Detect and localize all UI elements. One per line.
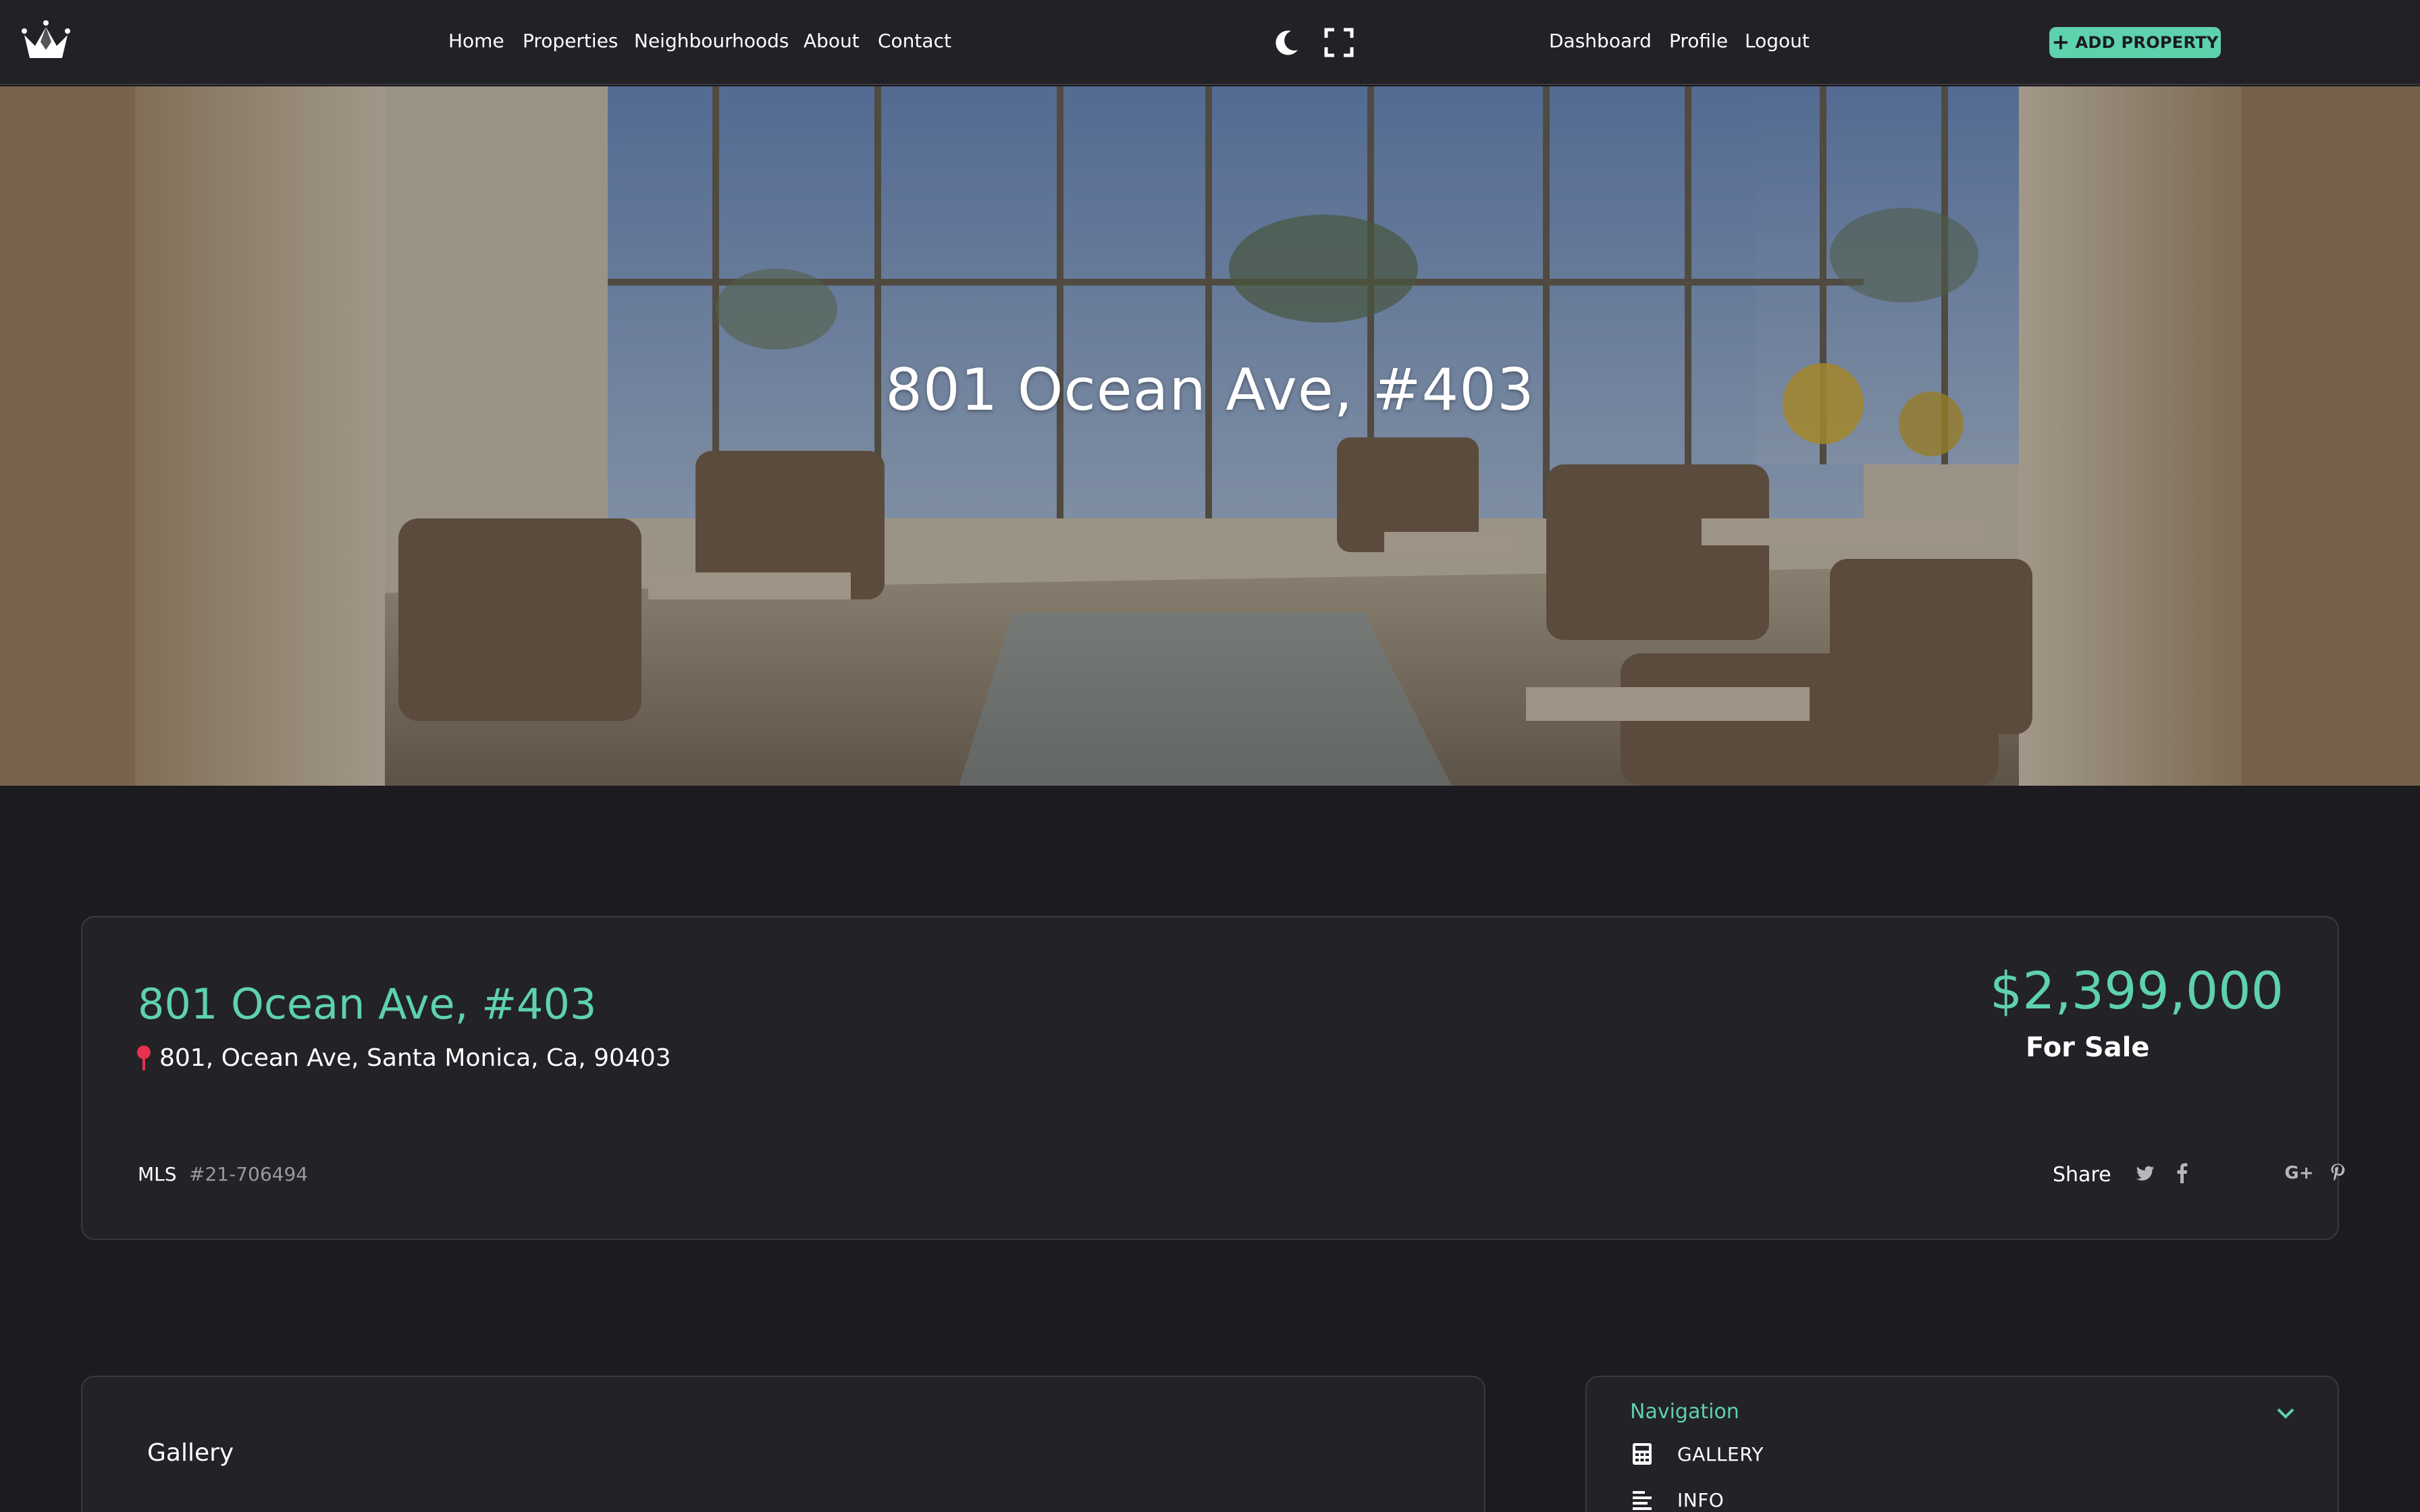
top-navbar: Home Properties Neighbourhoods About Con… — [0, 0, 2420, 85]
nav-item-info-label: INFO — [1677, 1488, 1725, 1511]
navigation-card: Navigation GALLERY INFO — [1585, 1376, 2339, 1512]
nav-home[interactable]: Home — [448, 30, 504, 52]
nav-item-info[interactable]: INFO — [1630, 1488, 1724, 1512]
add-property-button[interactable]: + ADD PROPERTY — [2049, 27, 2221, 58]
google-plus-icon[interactable]: G+ — [2282, 1162, 2316, 1185]
mls-value: #21-706494 — [189, 1163, 309, 1185]
hero-banner: 801 Ocean Ave, #403 — [0, 86, 2420, 786]
plus-icon: + — [2051, 29, 2070, 55]
navigation-toggle[interactable]: Navigation — [1630, 1400, 1739, 1424]
gallery-title: Gallery — [147, 1439, 234, 1467]
fullscreen-icon[interactable] — [1323, 27, 1354, 58]
nav-dashboard[interactable]: Dashboard — [1549, 30, 1652, 52]
property-price: $2,399,000 — [1989, 961, 2284, 1021]
align-left-icon — [1633, 1491, 1652, 1510]
moon-icon[interactable] — [1271, 27, 1302, 58]
add-property-label: ADD PROPERTY — [2075, 33, 2219, 52]
map-pin-icon — [137, 1045, 151, 1071]
hero-image — [0, 86, 2420, 786]
pinterest-icon[interactable] — [2330, 1162, 2346, 1185]
calculator-icon — [1633, 1443, 1652, 1465]
nav-neighbourhoods[interactable]: Neighbourhoods — [634, 30, 789, 52]
gallery-card: Gallery — [81, 1376, 1485, 1512]
listing-summary-card: 801 Ocean Ave, #403 801, Ocean Ave, Sant… — [81, 916, 2345, 1240]
nav-logout[interactable]: Logout — [1745, 30, 1810, 52]
nav-item-gallery[interactable]: GALLERY — [1630, 1442, 1764, 1466]
nav-profile[interactable]: Profile — [1669, 30, 1728, 52]
share-label: Share — [2053, 1163, 2111, 1187]
hero-title: 801 Ocean Ave, #403 — [885, 356, 1535, 424]
nav-contact[interactable]: Contact — [878, 30, 951, 52]
nav-item-gallery-label: GALLERY — [1677, 1442, 1764, 1465]
crown-icon[interactable] — [20, 19, 72, 61]
chevron-down-icon[interactable] — [2276, 1403, 2296, 1423]
nav-properties[interactable]: Properties — [523, 30, 619, 52]
property-address: 801, Ocean Ave, Santa Monica, Ca, 90403 — [159, 1044, 671, 1072]
facebook-icon[interactable] — [2174, 1162, 2189, 1185]
listing-status: For Sale — [2026, 1032, 2150, 1063]
nav-about[interactable]: About — [804, 30, 860, 52]
property-title: 801 Ocean Ave, #403 — [138, 979, 597, 1029]
address-row: 801, Ocean Ave, Santa Monica, Ca, 90403 — [135, 1044, 671, 1072]
twitter-icon[interactable] — [2135, 1162, 2155, 1185]
mls-label: MLS — [138, 1163, 177, 1185]
